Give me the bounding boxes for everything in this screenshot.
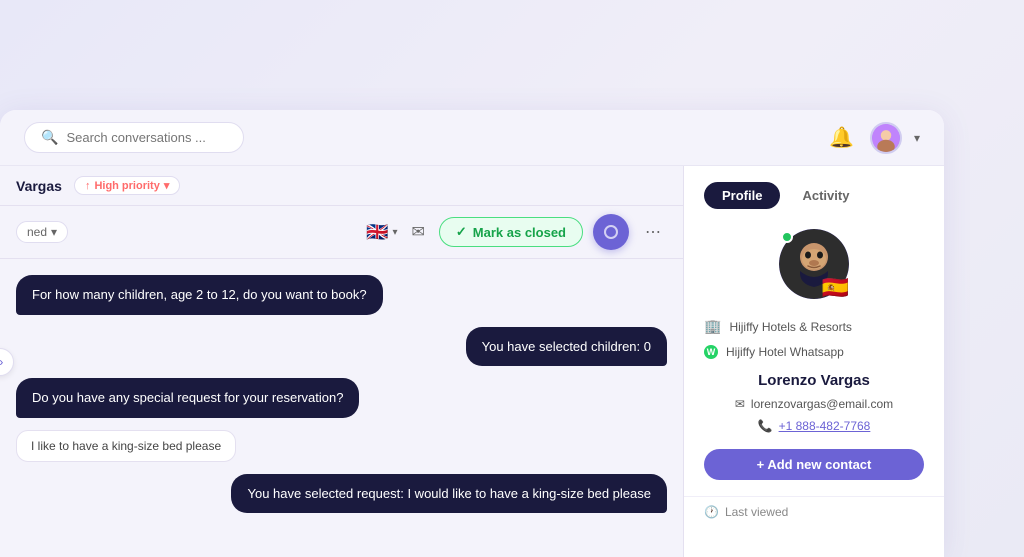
top-header: 🔍 🔔 ▾ — [0, 110, 944, 166]
profile-phone-row[interactable]: 📞 +1 888-482-7768 — [758, 419, 871, 433]
message-4: I like to have a king-size bed please — [16, 430, 236, 462]
chat-sub-header: ned ▾ 🇬🇧 ▾ ✉ ✓ Mark as closed — [0, 206, 683, 259]
right-panel: Profile Activity — [684, 166, 944, 557]
tab-profile[interactable]: Profile — [704, 182, 780, 209]
contact-name: Vargas — [16, 178, 62, 194]
message-text: For how many children, age 2 to 12, do y… — [32, 287, 367, 302]
assigned-badge[interactable]: ned ▾ — [16, 221, 68, 243]
channel-info-row: W Hijiffy Hotel Whatsapp — [704, 345, 924, 359]
tab-activity-label: Activity — [802, 188, 849, 203]
chat-messages: For how many children, age 2 to 12, do y… — [0, 259, 683, 557]
online-status-dot — [781, 231, 793, 243]
check-icon: ✓ — [456, 224, 467, 240]
profile-avatar-container: 🇪🇸 — [779, 229, 849, 299]
assigned-label: ned — [27, 225, 47, 239]
bell-icon: 🔔 — [829, 127, 854, 149]
email-button[interactable]: ✉ — [407, 218, 428, 246]
profile-phone-text: +1 888-482-7768 — [779, 419, 871, 433]
message-3: Do you have any special request for your… — [16, 378, 359, 418]
search-input[interactable] — [66, 130, 227, 145]
building-icon: 🏢 — [704, 318, 721, 335]
profile-email-row: ✉ lorenzovargas@email.com — [735, 397, 893, 411]
message-5: You have selected request: I would like … — [231, 474, 667, 514]
bell-button[interactable]: 🔔 — [825, 121, 858, 154]
message-text: I like to have a king-size bed please — [31, 439, 221, 453]
mark-as-closed-button[interactable]: ✓ Mark as closed — [439, 217, 583, 247]
priority-chevron-icon: ▾ — [164, 179, 170, 192]
add-contact-label: + Add new contact — [757, 457, 872, 472]
profile-email-text: lorenzovargas@email.com — [751, 397, 893, 411]
chat-header: Vargas ↑ High priority ▾ — [0, 166, 683, 206]
message-text: You have selected request: I would like … — [247, 486, 651, 501]
message-text: Do you have any special request for your… — [32, 390, 343, 405]
message-1: For how many children, age 2 to 12, do y… — [16, 275, 383, 315]
country-flag: 🇪🇸 — [822, 277, 849, 299]
clock-icon: 🕐 — [704, 505, 719, 519]
tab-activity[interactable]: Activity — [784, 182, 867, 209]
last-viewed-label: Last viewed — [725, 505, 788, 519]
email-icon: ✉ — [735, 397, 745, 411]
priority-arrow-icon: ↑ — [85, 180, 91, 192]
message-text: You have selected children: 0 — [482, 339, 651, 354]
more-options-button[interactable]: ⋯ — [639, 218, 667, 246]
flag-chevron-icon: ▾ — [392, 227, 397, 238]
email-icon: ✉ — [411, 224, 424, 241]
more-dots-icon: ⋯ — [645, 224, 661, 241]
priority-badge[interactable]: ↑ High priority ▾ — [74, 176, 180, 195]
agent-avatar-inner — [604, 225, 618, 239]
main-panel: 🔍 🔔 ▾ » — [0, 110, 944, 557]
channel-name: Hijiffy Hotel Whatsapp — [726, 345, 844, 359]
message-2: You have selected children: 0 — [466, 327, 667, 367]
language-flag-button[interactable]: 🇬🇧 ▾ — [366, 222, 397, 243]
assigned-chevron-icon: ▾ — [51, 225, 57, 239]
header-actions: 🔔 ▾ — [825, 121, 920, 154]
company-info-row: 🏢 Hijiffy Hotels & Resorts — [704, 318, 924, 335]
last-viewed-row: 🕐 Last viewed — [684, 496, 944, 527]
search-bar[interactable]: 🔍 — [24, 122, 244, 153]
profile-name: Lorenzo Vargas — [758, 372, 870, 389]
company-name: Hijiffy Hotels & Resorts — [729, 320, 851, 334]
profile-content: 🇪🇸 🏢 Hijiffy Hotels & Resorts W Hijiffy … — [684, 217, 944, 492]
add-contact-button[interactable]: + Add new contact — [704, 449, 924, 480]
user-avatar[interactable] — [870, 122, 902, 154]
avatar-image — [872, 124, 900, 152]
priority-label: High priority — [94, 180, 159, 192]
chevron-down-icon[interactable]: ▾ — [914, 131, 920, 145]
mark-closed-label: Mark as closed — [473, 225, 566, 240]
tab-profile-label: Profile — [722, 188, 762, 203]
chat-section: » Vargas ↑ High priority ▾ ned ▾ 🇬🇧 — [0, 166, 684, 557]
flag-icon: 🇬🇧 — [366, 222, 388, 243]
profile-tabs: Profile Activity — [684, 166, 944, 217]
phone-icon: 📞 — [758, 419, 773, 433]
content-area: » Vargas ↑ High priority ▾ ned ▾ 🇬🇧 — [0, 166, 944, 557]
whatsapp-icon: W — [704, 345, 718, 359]
agent-avatar-button[interactable] — [593, 214, 629, 250]
search-icon: 🔍 — [41, 129, 58, 146]
